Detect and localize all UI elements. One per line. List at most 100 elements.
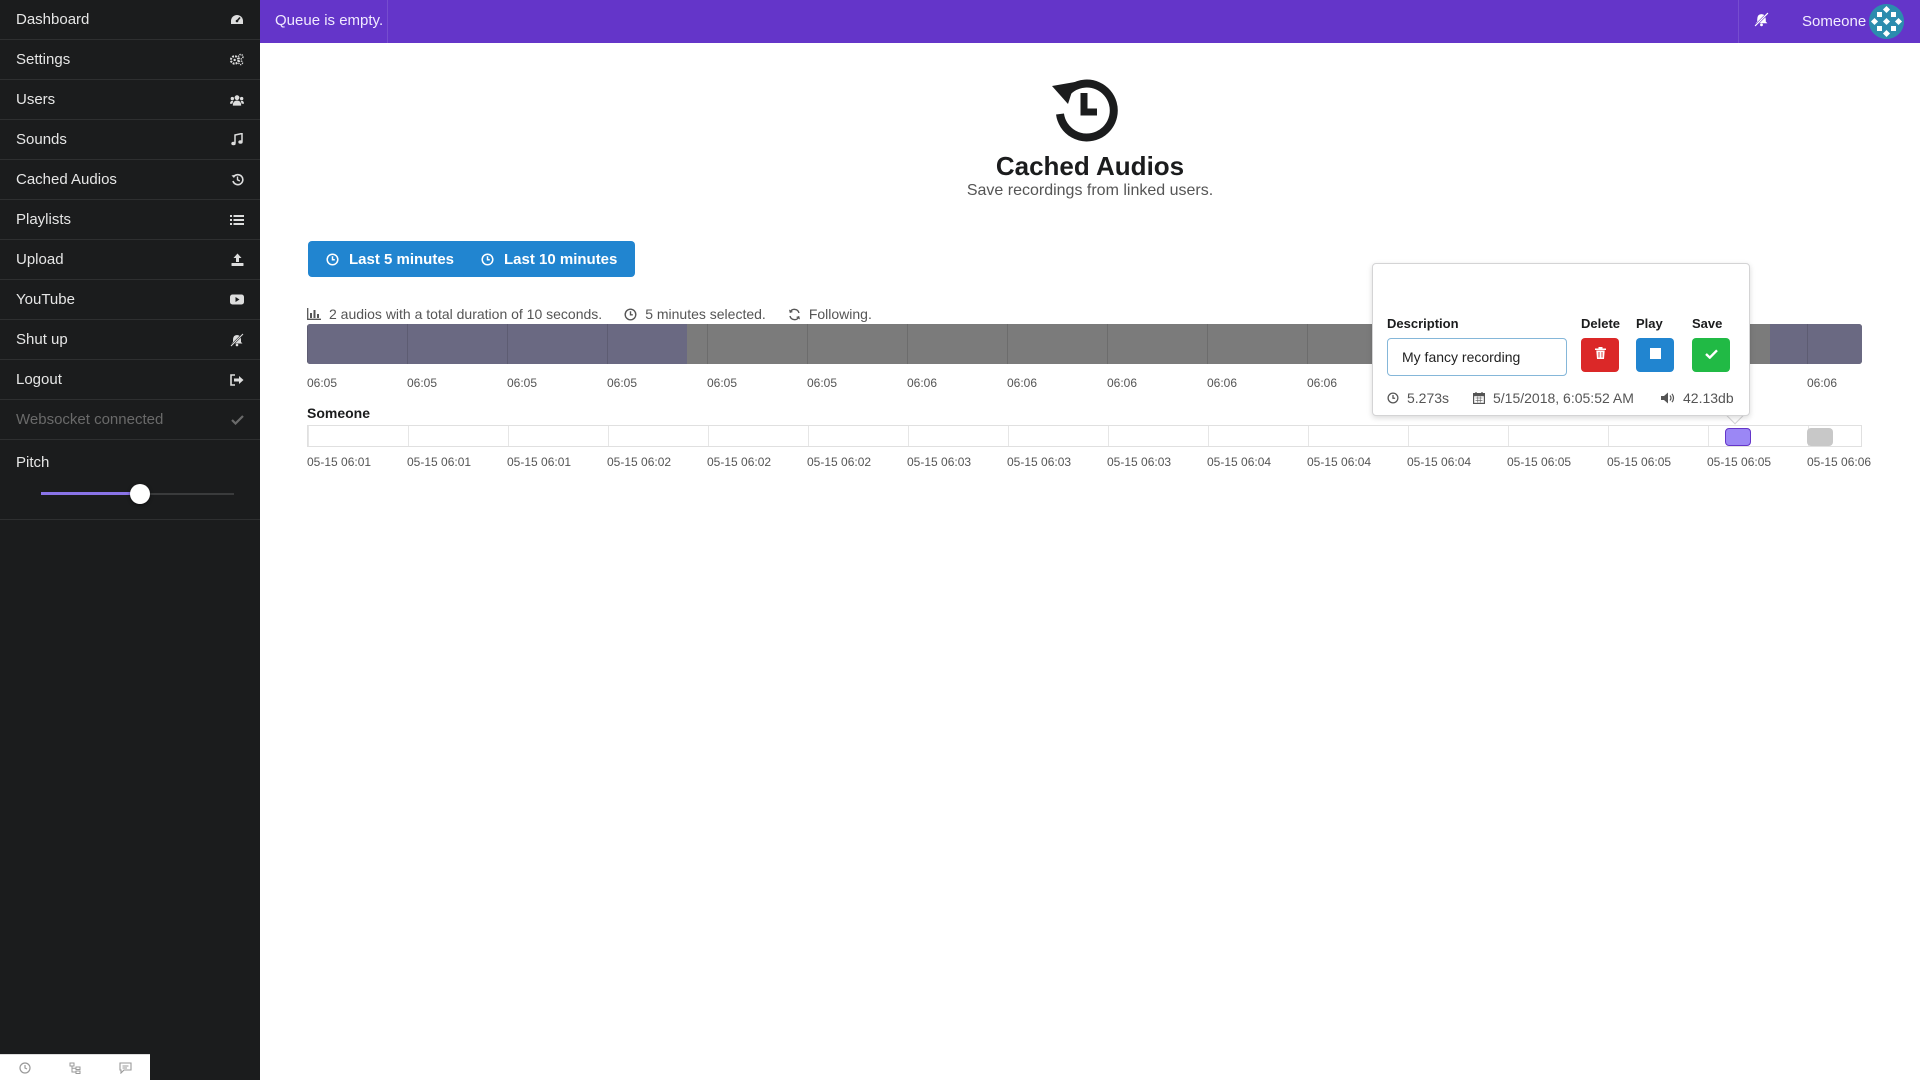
comment-tab-icon[interactable] — [117, 1060, 133, 1076]
sidebar-item-playlists[interactable]: Playlists — [0, 200, 260, 240]
overview-tick — [1807, 324, 1808, 364]
last-5-minutes-label: Last 5 minutes — [349, 250, 455, 268]
clock-tab-icon[interactable] — [17, 1060, 33, 1076]
timeline-tick — [308, 426, 309, 446]
stop-icon — [1649, 346, 1661, 364]
volume-value: 42.13db — [1683, 390, 1734, 406]
timeline-tick-label: 05-15 06:02 — [607, 455, 672, 469]
sidebar-item-upload[interactable]: Upload — [0, 240, 260, 280]
last-5-minutes-button[interactable]: Last 5 minutes — [308, 241, 473, 277]
overview-selection[interactable] — [307, 324, 687, 364]
timeline-tick-label: 05-15 06:01 — [507, 455, 572, 469]
sidebar-item-websocket-status: Websocket connected — [0, 400, 260, 440]
timeline-tick-label: 05-15 06:04 — [1207, 455, 1272, 469]
audio-summary-text: 2 audios with a total duration of 10 sec… — [329, 306, 603, 322]
mute-icon — [1754, 11, 1769, 32]
sidebar-item-label: Sounds — [16, 131, 67, 148]
last-10-minutes-button[interactable]: Last 10 minutes — [463, 241, 636, 277]
sidebar-item-label: Websocket connected — [16, 411, 164, 428]
timeline-tick — [408, 426, 409, 446]
overview-tick-label: 06:06 — [1207, 376, 1238, 390]
trash-icon — [1594, 346, 1606, 364]
follow-toggle[interactable]: Following. — [788, 306, 872, 322]
sidebar-item-dashboard[interactable]: Dashboard — [0, 0, 260, 40]
divider — [387, 0, 388, 43]
clock-icon — [481, 252, 494, 266]
sidebar-item-youtube[interactable]: YouTube — [0, 280, 260, 320]
description-input[interactable] — [1387, 338, 1567, 376]
overview-tick — [907, 324, 908, 364]
overview-tick-label: 06:05 — [307, 376, 338, 390]
sidebar-item-label: Logout — [16, 371, 62, 388]
delete-label: Delete — [1581, 316, 1621, 331]
timeline-tick — [1708, 426, 1709, 446]
timeline-tick-label: 05-15 06:02 — [807, 455, 872, 469]
timeline-tick — [1508, 426, 1509, 446]
tree-tab-icon[interactable] — [67, 1060, 83, 1076]
date-meta: 5/15/2018, 6:05:52 AM — [1473, 390, 1634, 406]
overview-tick — [507, 324, 508, 364]
overview-tick-label: 06:06 — [1307, 376, 1338, 390]
overview-tick — [707, 324, 708, 364]
follow-text: Following. — [808, 306, 872, 322]
sidebar-item-logout[interactable]: Logout — [0, 360, 260, 400]
audio-summary: 2 audios with a total duration of 10 sec… — [307, 306, 602, 322]
sidebar-item-label: Shut up — [16, 331, 68, 348]
timeline-tick — [1108, 426, 1109, 446]
pitch-control: Pitch — [0, 440, 260, 520]
timeline-tick — [1008, 426, 1009, 446]
queue-status: Queue is empty. — [275, 12, 384, 29]
mute-button[interactable] — [1738, 0, 1784, 43]
avatar[interactable] — [1869, 4, 1904, 39]
clock-icon — [1387, 392, 1399, 404]
dashboard-icon — [230, 13, 244, 27]
overview-tick-label: 06:06 — [1107, 376, 1138, 390]
music-icon — [230, 133, 244, 147]
save-button[interactable] — [1692, 338, 1730, 372]
overview-tick — [1207, 324, 1208, 364]
user-timeline[interactable] — [307, 425, 1862, 447]
overview-tick-label: 06:06 — [1807, 376, 1838, 390]
audio-block-selected[interactable] — [1725, 428, 1751, 446]
timeline-tick-label: 05-15 06:01 — [307, 455, 372, 469]
history-icon — [1050, 74, 1118, 142]
timeline-tick-label: 05-15 06:05 — [1707, 455, 1772, 469]
list-icon — [230, 213, 244, 227]
upload-icon — [230, 253, 244, 267]
overview-tick-label: 06:05 — [407, 376, 438, 390]
overview-tick-label: 06:05 — [507, 376, 538, 390]
overview-tick-label: 06:06 — [1007, 376, 1038, 390]
timeline-tick — [508, 426, 509, 446]
overview-tick — [1107, 324, 1108, 364]
sidebar-item-label: Upload — [16, 251, 64, 268]
clock-icon — [624, 307, 637, 321]
overview-tick-label: 06:05 — [607, 376, 638, 390]
timeline-tick — [608, 426, 609, 446]
overview-tick — [1307, 324, 1308, 364]
user-menu[interactable]: Someone — [1790, 0, 1866, 43]
timeline-tick-label: 05-15 06:05 — [1607, 455, 1672, 469]
timeline-tick-label: 05-15 06:03 — [1107, 455, 1172, 469]
check-icon — [230, 413, 244, 427]
sidebar-item-users[interactable]: Users — [0, 80, 260, 120]
selection-summary-text: 5 minutes selected. — [645, 306, 766, 322]
youtube-icon — [230, 293, 244, 307]
pitch-slider-handle[interactable] — [130, 484, 150, 504]
audio-block[interactable] — [1807, 428, 1833, 446]
stop-button[interactable] — [1636, 338, 1674, 372]
overview-tick-label: 06:05 — [707, 376, 738, 390]
date-value: 5/15/2018, 6:05:52 AM — [1493, 390, 1634, 406]
sidebar-item-settings[interactable]: Settings — [0, 40, 260, 80]
bottom-tabs — [0, 1054, 150, 1080]
last-10-minutes-label: Last 10 minutes — [504, 250, 618, 268]
pitch-slider[interactable] — [26, 484, 234, 504]
timeline-tick-label: 05-15 06:01 — [407, 455, 472, 469]
page-subtitle: Save recordings from linked users. — [966, 182, 1214, 199]
delete-button[interactable] — [1581, 338, 1619, 372]
check-icon — [1704, 346, 1718, 364]
timeline-tick-label: 05-15 06:02 — [707, 455, 772, 469]
user-name: Someone — [1802, 13, 1867, 30]
sidebar-item-shut-up[interactable]: Shut up — [0, 320, 260, 360]
timeline-user-label: Someone — [307, 405, 371, 421]
audio-edit-popup: Description Delete Play Save 5.273s 5/15… — [1372, 263, 1750, 416]
